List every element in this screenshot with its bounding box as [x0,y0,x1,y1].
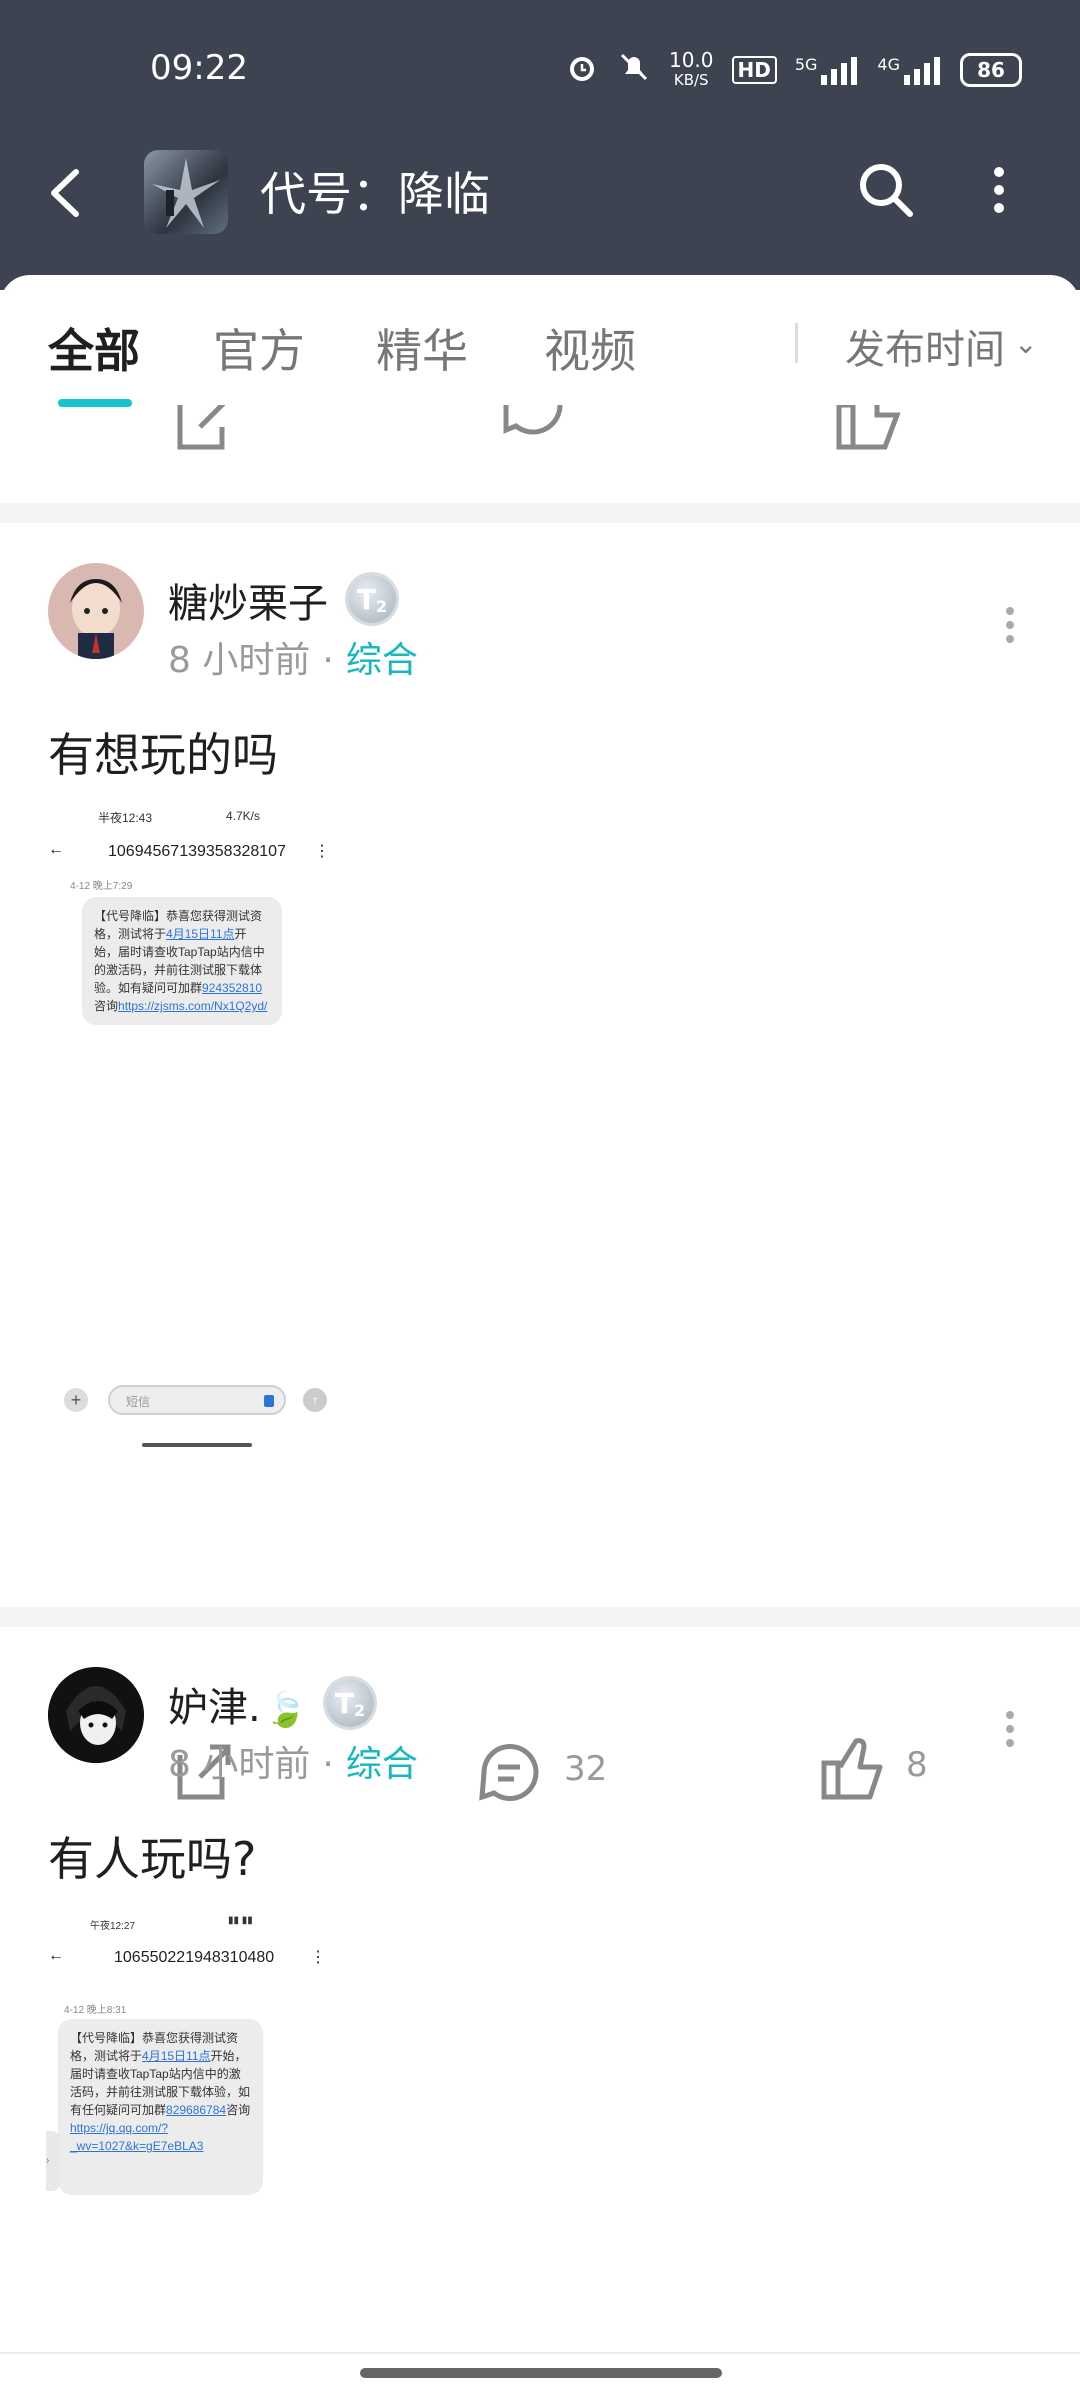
comment-count[interactable]: 32 [564,1749,607,1789]
more-options-icon[interactable] [984,160,1014,220]
avatar[interactable] [48,563,144,659]
tab-bar: 全部 官方 精华 视频 发布时间 ⌄ [0,275,1080,407]
leaf-icon: 🍃 [264,1690,308,1730]
post-text: 有人玩吗? [48,1832,257,1886]
game-logo[interactable] [144,150,228,234]
alarm-icon [565,50,599,90]
tab-official[interactable]: 官方 [213,315,305,381]
tab-featured[interactable]: 精华 [376,315,468,381]
level-badge-icon: T2 [348,575,396,623]
page-title: 代号：降临 [260,167,490,221]
signal-5g-icon: 5G [795,55,860,85]
home-indicator[interactable] [360,2368,722,2378]
comment-icon[interactable] [476,1739,540,1803]
post-text: 有想玩的吗 [48,728,278,782]
back-button[interactable] [42,158,92,228]
comment-icon[interactable] [500,405,566,455]
post-separator [0,1607,1080,1627]
username[interactable]: 妒津. 🍃 [168,1675,307,1733]
feed-card: 全部 官方 精华 视频 发布时间 ⌄ 糖炒栗子 T2 8 小时前 · 综合 有想玩的… [0,275,1080,2400]
level-badge-icon: T2 [326,1679,374,1727]
status-icons: 10.0 KB/S HD 5G 4G 86 [565,50,1022,90]
post-image[interactable]: 午夜12:27 ▮▮ ▮▮ ← 106550221948310480 ⋮ 4-1… [46,1911,338,2235]
tab-divider [795,323,798,363]
post-time: 8 小时前 [168,640,311,681]
app-header: 09:22 10.0 KB/S HD 5G 4G 86 代号：降临 [0,0,1080,290]
like-icon[interactable] [835,405,905,455]
post-more-icon[interactable] [1000,1709,1020,1749]
battery-icon: 86 [960,53,1022,87]
tab-video[interactable]: 视频 [544,315,636,381]
post-category[interactable]: 综合 [346,1744,418,1785]
status-time: 09:22 [150,48,248,88]
search-icon[interactable] [856,160,916,220]
post-image[interactable]: 半夜12:43 4.7K/s ← 10694567139358328107 ⋮ … [48,803,348,1483]
like-icon[interactable] [820,1737,886,1803]
net-speed: 10.0 KB/S [668,48,714,89]
post-actions: 32 8 [0,1737,1080,1829]
post-meta: 8 小时前 · 综合 [168,640,418,681]
hd-icon: HD [731,56,777,84]
avatar[interactable] [48,1667,144,1763]
previous-post-actions [0,405,1080,460]
username[interactable]: 糖炒栗子 [168,571,328,629]
signal-4g-icon: 4G [877,55,942,85]
chevron-down-icon[interactable]: ⌄ [1014,327,1037,360]
share-icon[interactable] [174,405,234,455]
mute-icon [617,50,651,90]
post-more-icon[interactable] [1000,605,1020,645]
post-time: 8 小时前 [168,1744,311,1785]
post-separator [0,503,1080,523]
post-meta: 8 小时前 · 综合 [168,1744,418,1785]
sort-dropdown[interactable]: 发布时间 [845,317,1005,375]
like-count[interactable]: 8 [906,1745,928,1785]
tab-all[interactable]: 全部 [48,315,140,381]
post-category[interactable]: 综合 [346,640,418,681]
bottom-divider [0,2352,1080,2354]
